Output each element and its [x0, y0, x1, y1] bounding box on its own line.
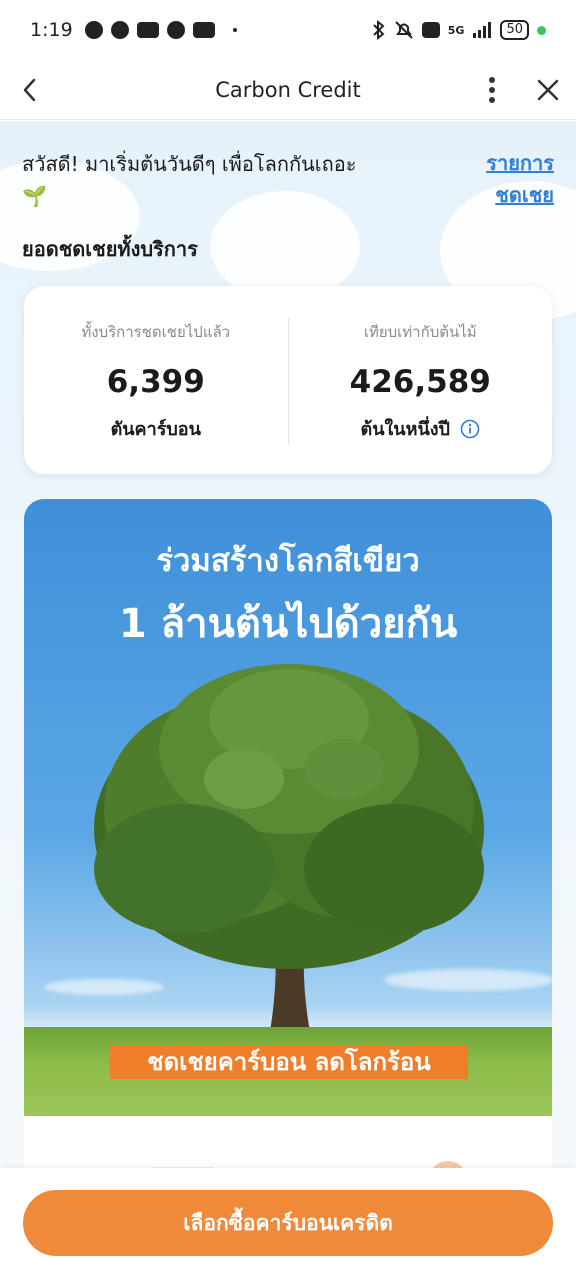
mute-bell-icon	[395, 21, 413, 39]
battery-indicator: 50	[500, 20, 529, 40]
history-link-line1: รายการ	[486, 151, 554, 175]
stat-unit-text: ตันคาร์บอน	[110, 419, 201, 440]
bottom-action-bar: เลือกซื้อคาร์บอนเครดิต	[0, 1168, 576, 1280]
buy-carbon-credit-button[interactable]: เลือกซื้อคาร์บอนเครดิต	[23, 1190, 553, 1256]
stats-card: ทั้งบริการชดเชยไปแล้ว 6,399 ตันคาร์บอน เ…	[24, 286, 552, 474]
page-title: Carbon Credit	[215, 77, 361, 102]
status-time: 1:19	[30, 19, 73, 41]
bluetooth-icon	[373, 20, 385, 40]
status-right: 5G 50	[372, 20, 546, 40]
stat-unit: ตันคาร์บอน	[111, 414, 201, 443]
status-bar: 1:19 5G 50	[0, 0, 576, 60]
lazada-icon	[136, 22, 159, 38]
more-vertical-icon	[489, 77, 495, 103]
stat-total-offset: ทั้งบริการชดเชยไปแล้ว 6,399 ตันคาร์บอน	[24, 286, 288, 474]
close-icon	[537, 79, 559, 101]
tree-illustration	[94, 664, 484, 1031]
greeting-text: สวัสดี! มาเริ่มต้นวันดีๆ เพื่อโลกกันเถอะ	[22, 152, 357, 176]
app-header: Carbon Credit	[0, 60, 576, 120]
privacy-indicator-icon	[537, 25, 546, 35]
banner-title-line2: 1 ล้านต้นไปด้วยกัน	[118, 601, 458, 647]
offset-history-link[interactable]: รายการ ชดเชย	[470, 147, 554, 211]
banner-title-line1: ร่วมสร้างโลกสีเขียว	[156, 543, 420, 579]
stat-value: 6,399	[106, 364, 205, 400]
banner-tag: ชดเชยคาร์บอน ลดโลกร้อน	[110, 1045, 468, 1079]
signal-icon	[473, 22, 492, 38]
sprout-icon: 🌱	[22, 184, 47, 208]
stat-unit-text: ต้นในหนึ่งปี	[360, 419, 450, 440]
section-title: ยอดชดเชยทั้งบริการ	[22, 237, 198, 261]
stat-value: 426,589	[349, 364, 491, 400]
line-icon	[166, 21, 185, 39]
volte-icon	[421, 22, 440, 38]
teams-icon	[192, 22, 215, 38]
stat-label: เทียบเท่ากับต้นไม้	[363, 323, 477, 341]
info-icon[interactable]	[460, 419, 480, 439]
messenger-icon	[84, 21, 103, 39]
back-button[interactable]	[14, 72, 50, 108]
stat-unit: ต้นในหนึ่งปี	[361, 414, 480, 443]
stat-label: ทั้งบริการชดเชยไปแล้ว	[81, 323, 231, 341]
status-left: 1:19	[30, 19, 237, 41]
more-notifications-icon	[232, 28, 237, 32]
network-type: 5G	[447, 23, 465, 37]
promo-banner[interactable]: ร่วมสร้างโลกสีเขียว 1 ล้านต้นไปด้วยกัน ช…	[24, 499, 552, 1116]
next-card	[24, 1116, 552, 1168]
close-button[interactable]	[530, 72, 566, 108]
history-link-line2: ชดเชย	[495, 183, 554, 207]
greeting: สวัสดี! มาเริ่มต้นวันดีๆ เพื่อโลกกันเถอะ…	[22, 149, 442, 211]
chevron-left-icon	[23, 78, 36, 102]
messenger-icon-2	[110, 21, 129, 39]
main-content[interactable]: สวัสดี! มาเริ่มต้นวันดีๆ เพื่อโลกกันเถอะ…	[0, 121, 576, 1168]
more-options-button[interactable]	[474, 70, 510, 110]
stat-tree-equivalent: เทียบเท่ากับต้นไม้ 426,589 ต้นในหนึ่งปี	[289, 286, 553, 474]
